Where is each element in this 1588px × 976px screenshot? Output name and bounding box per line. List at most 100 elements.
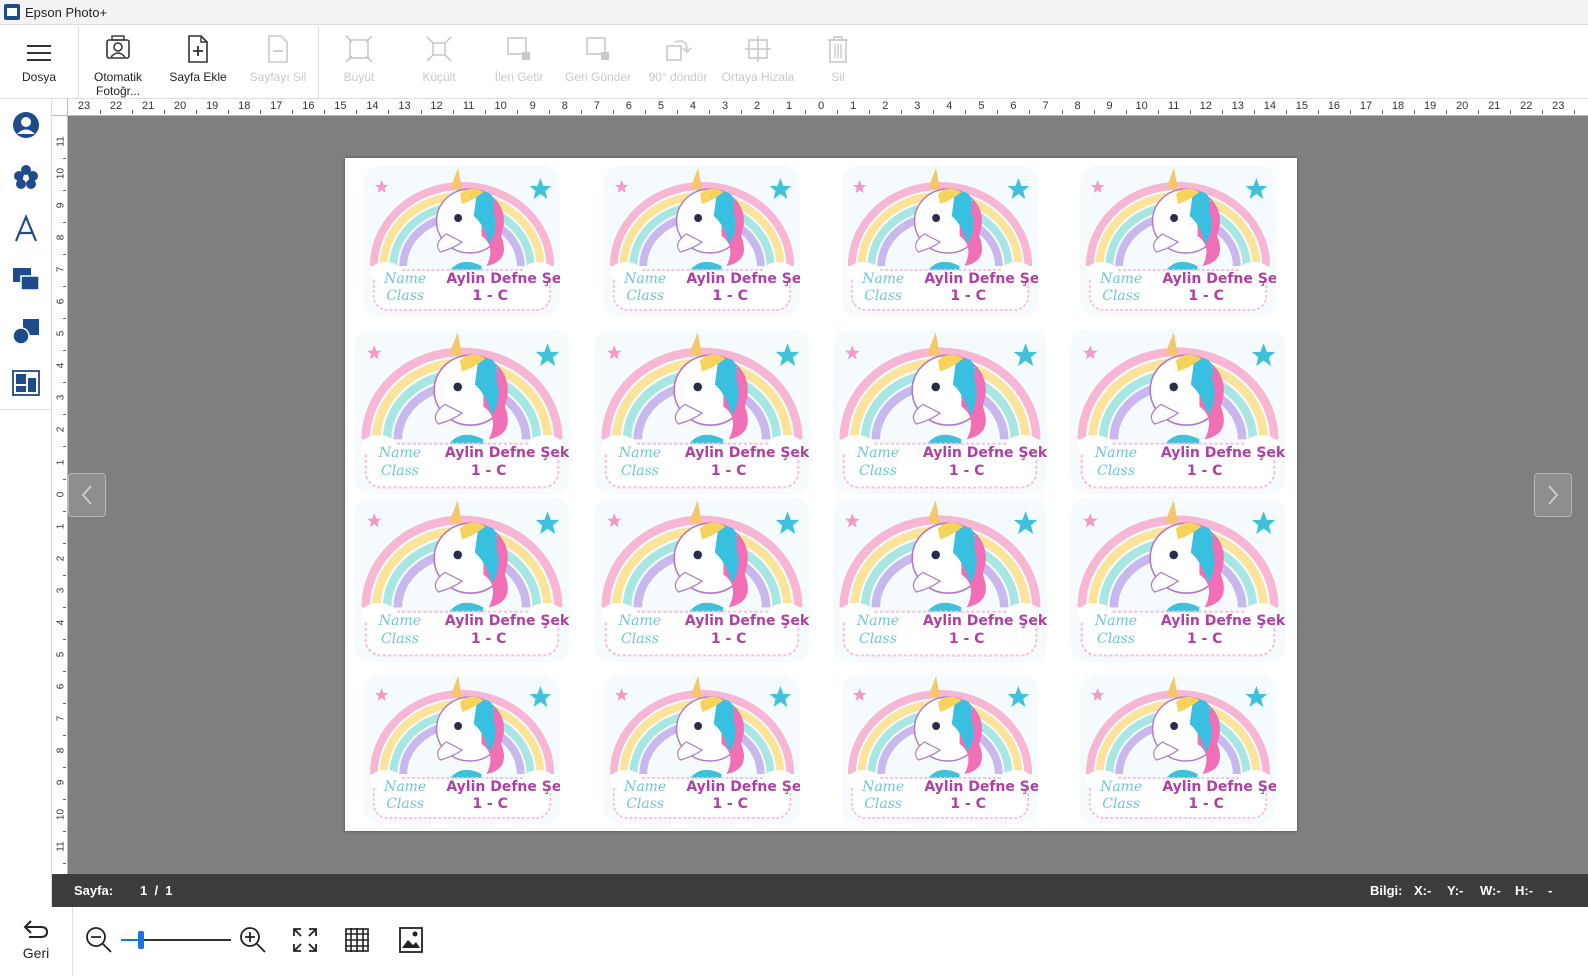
delete-page-button[interactable]: Sayfayı Sil [244, 26, 312, 99]
name-label-sticker[interactable]: Name Aylin Defne Şeker Class 1 - C [355, 330, 569, 494]
name-key-text: Name [384, 779, 427, 795]
fit-to-screen-button[interactable] [290, 925, 320, 955]
label-class-row: Class 1 - C [364, 288, 560, 304]
class-value-text: 1 - C [712, 288, 748, 304]
class-value-text: 1 - C [1188, 796, 1224, 812]
sidebar-item-layers[interactable] [6, 259, 46, 299]
back-button[interactable]: Geri [0, 907, 73, 976]
class-value-text: 1 - C [472, 288, 508, 304]
class-key-text: Class [620, 631, 659, 647]
name-label-sticker[interactable]: Name Aylin Defne Şeker Class 1 - C [1080, 674, 1276, 824]
ruler-tick-label: 15 [334, 100, 347, 112]
name-label-sticker[interactable]: Name Aylin Defne Şeker Class 1 - C [595, 330, 809, 494]
label-name-row: Name Aylin Defne Şeker [595, 445, 809, 461]
name-label-sticker[interactable]: Name Aylin Defne Şeker Class 1 - C [595, 498, 809, 662]
class-key-text: Class [626, 288, 665, 304]
print-page[interactable]: Name Aylin Defne Şeker Class 1 - C Name Aylin… [345, 158, 1297, 831]
background-image-button[interactable] [396, 925, 426, 955]
sidebar-item-text[interactable] [6, 209, 46, 249]
name-label-sticker[interactable]: Name Aylin Defne Şeker Class 1 - C [833, 330, 1047, 494]
shrink-button[interactable]: Küçült [406, 26, 472, 99]
previous-page-button[interactable] [68, 473, 106, 517]
name-key-text: Name [1100, 779, 1143, 795]
ruler-tick-label: 12 [430, 100, 443, 112]
name-label-sticker[interactable]: Name Aylin Defne Şeker Class 1 - C [355, 498, 569, 662]
info-x: X:- [1414, 883, 1432, 898]
sidebar-item-people[interactable] [6, 105, 46, 145]
next-page-button[interactable] [1534, 473, 1572, 517]
sidebar-item-layout[interactable] [6, 363, 46, 403]
delete-button[interactable]: Sil [812, 26, 864, 99]
name-key-text: Name [862, 779, 905, 795]
ruler-tick [452, 110, 454, 114]
ruler-corner [52, 99, 68, 116]
ruler-tick-label: 5 [55, 651, 67, 658]
zoom-slider[interactable] [121, 931, 231, 949]
zoom-out-button[interactable] [84, 925, 114, 955]
info-extra: - [1548, 883, 1553, 898]
ruler-tick-label: 8 [55, 747, 67, 754]
ruler-tick-label: 7 [1042, 100, 1049, 112]
name-key-text: Name [1094, 613, 1138, 629]
label-class-row: Class 1 - C [1080, 796, 1276, 812]
label-name-row: Name Aylin Defne Şeker [833, 445, 1047, 461]
toolbar-divider [318, 26, 319, 99]
ruler-tick-label: 9 [55, 779, 67, 786]
send-backward-button[interactable]: Geri Gönder [560, 26, 636, 99]
ruler-tick-label: 7 [55, 266, 67, 273]
vertical-ruler: 11 10 9 8 7 6 5 4 3 2 1 0 1 2 3 4 5 6 7 8 9 10 11 [52, 116, 68, 874]
ruler-tick [63, 382, 66, 384]
class-value-text: 1 - C [1188, 288, 1224, 304]
label-class-row: Class 1 - C [1071, 631, 1285, 647]
ruler-tick-label: 16 [1327, 100, 1341, 112]
add-page-button[interactable]: Sayfa Ekle [162, 26, 234, 99]
center-align-button[interactable]: Ortaya Hizala [718, 26, 798, 99]
ruler-tick-label: 1 [55, 523, 67, 529]
class-value-text: 1 - C [472, 796, 508, 812]
ruler-tick [1382, 110, 1384, 114]
name-label-sticker[interactable]: Name Aylin Defne Şeker Class 1 - C [604, 674, 800, 824]
zoom-out-icon [86, 927, 112, 953]
grid-toggle-button[interactable] [342, 925, 372, 955]
ruler-tick [1542, 110, 1544, 114]
name-label-sticker[interactable]: Name Aylin Defne Şeker Class 1 - C [1071, 498, 1285, 662]
sidebar-item-stamps[interactable] [6, 157, 46, 197]
ruler-tick-label: 17 [270, 100, 283, 112]
add-page-icon [185, 26, 211, 64]
bottom-bar: Geri [0, 907, 1588, 976]
label-name-row: Name Aylin Defne Şeker [355, 613, 569, 629]
name-label-sticker[interactable]: Name Aylin Defne Şeker Class 1 - C [842, 166, 1038, 316]
class-value-text: 1 - C [710, 463, 747, 479]
file-menu-button[interactable]: Dosya [8, 26, 70, 99]
ruler-tick-label: 11 [55, 136, 67, 147]
name-label-sticker[interactable]: Name Aylin Defne Şeker Class 1 - C [364, 674, 560, 824]
zoom-slider-thumb[interactable] [137, 931, 144, 949]
ruler-tick [292, 110, 294, 114]
editing-canvas[interactable]: Name Aylin Defne Şeker Class 1 - C Name Aylin… [68, 116, 1588, 874]
label-class-row: Class 1 - C [604, 288, 800, 304]
name-label-sticker[interactable]: Name Aylin Defne Şeker Class 1 - C [1080, 166, 1276, 316]
ruler-tick [901, 110, 903, 114]
enlarge-button[interactable]: Büyüt [326, 26, 392, 99]
sidebar-item-shapes[interactable] [6, 311, 46, 351]
ruler-tick-label: 13 [1231, 100, 1244, 112]
ruler-tick [1478, 110, 1480, 114]
class-key-text: Class [380, 463, 419, 479]
name-label-sticker[interactable]: Name Aylin Defne Şeker Class 1 - C [364, 166, 560, 316]
rotate-90-button[interactable]: 90° döndür [644, 26, 712, 99]
ruler-tick [260, 110, 262, 114]
class-key-text: Class [1096, 463, 1135, 479]
zoom-in-icon [240, 927, 266, 953]
chevron-left-icon [81, 485, 92, 505]
auto-photo-button[interactable]: Otomatik Fotoğr... [86, 26, 150, 99]
ruler-tick [869, 110, 871, 114]
zoom-in-button[interactable] [238, 925, 268, 955]
image-icon [399, 927, 423, 953]
name-label-sticker[interactable]: Name Aylin Defne Şeker Class 1 - C [842, 674, 1038, 824]
name-label-sticker[interactable]: Name Aylin Defne Şeker Class 1 - C [604, 166, 800, 316]
name-key-text: Name [378, 445, 422, 461]
label-name-row: Name Aylin Defne Şeker [1080, 271, 1276, 287]
name-label-sticker[interactable]: Name Aylin Defne Şeker Class 1 - C [833, 498, 1047, 662]
name-label-sticker[interactable]: Name Aylin Defne Şeker Class 1 - C [1071, 330, 1285, 494]
bring-forward-button[interactable]: İleri Getir [486, 26, 552, 99]
